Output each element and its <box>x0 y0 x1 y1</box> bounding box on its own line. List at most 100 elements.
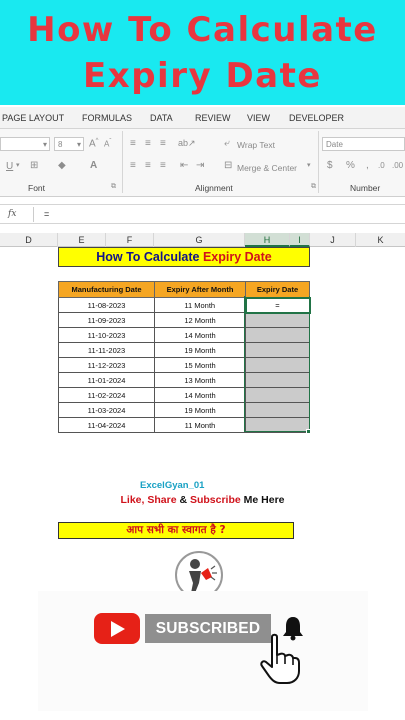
column-header-i[interactable]: I <box>290 233 310 247</box>
cell-expiry-date[interactable] <box>245 372 310 388</box>
wrap-text-button[interactable]: Wrap Text <box>237 140 275 150</box>
formula-separator <box>33 207 34 222</box>
cell-months[interactable]: 11 Month <box>154 297 246 313</box>
cell-months[interactable]: 13 Month <box>154 372 246 388</box>
increase-indent-icon[interactable]: ⇥ <box>196 160 204 171</box>
cell-mfg-date[interactable]: 11-01-2024 <box>58 372 155 388</box>
wrap-text-icon[interactable]: ⤶ <box>224 138 230 149</box>
banner-title-line2: Expiry Date <box>83 56 322 96</box>
data-table: Manufacturing Date Expiry After Month Ex… <box>58 281 311 433</box>
cell-expiry-date[interactable] <box>245 357 310 373</box>
tab-review[interactable]: REVIEW <box>195 113 231 123</box>
formula-input[interactable]: = <box>44 209 49 219</box>
cell-expiry-date[interactable] <box>245 417 310 433</box>
ribbon-separator <box>122 131 123 193</box>
header-manufacturing-date[interactable]: Manufacturing Date <box>58 281 155 298</box>
decrease-indent-icon[interactable]: ⇤ <box>180 160 188 171</box>
cell-months[interactable]: 14 Month <box>154 327 246 343</box>
table-row: 11-01-2024 13 Month <box>58 372 310 388</box>
number-format-dropdown[interactable]: Date <box>322 137 405 151</box>
channel-credit: ExcelGyan_01 <box>140 480 205 491</box>
cell-expiry-date-active[interactable]: = <box>244 296 311 314</box>
underline-icon[interactable]: U <box>6 161 13 172</box>
align-right-icon[interactable]: ≡ <box>160 160 166 171</box>
tab-page-layout[interactable]: PAGE LAYOUT <box>2 113 64 123</box>
column-header-j[interactable]: J <box>310 233 356 247</box>
font-color-icon[interactable]: A <box>90 160 97 171</box>
column-header-f[interactable]: F <box>106 233 154 247</box>
cell-months[interactable]: 19 Month <box>154 342 246 358</box>
cell-mfg-date[interactable]: 11-09-2023 <box>58 312 155 328</box>
tab-data[interactable]: DATA <box>150 113 173 123</box>
chevron-down-icon: ▾ <box>76 140 81 149</box>
sheet-title[interactable]: How To Calculate Expiry Date <box>58 247 310 267</box>
decrease-font-icon[interactable]: Aˇ <box>104 139 111 149</box>
table-row: 11-04-2024 11 Month <box>58 417 310 433</box>
cell-mfg-date[interactable]: 11-10-2023 <box>58 327 155 343</box>
subscribed-button[interactable]: SUBSCRIBED <box>145 614 271 643</box>
column-headers: D E F G H I J K <box>0 233 405 247</box>
decrease-decimal-icon[interactable]: .00 <box>392 161 403 170</box>
column-header-h[interactable]: H <box>245 233 290 247</box>
welcome-banner: आप सभी का स्वागत है ? <box>58 522 294 539</box>
merge-icon[interactable]: ⊟ <box>224 160 232 171</box>
borders-icon[interactable]: ⊞ <box>30 160 38 171</box>
pointing-hand-icon <box>260 633 300 684</box>
fill-color-icon[interactable]: ◆ <box>58 160 66 171</box>
banner-title-line1: How To Calculate <box>27 10 378 50</box>
cell-months[interactable]: 12 Month <box>154 312 246 328</box>
sheet-title-part2: Expiry Date <box>202 250 272 264</box>
chevron-down-icon[interactable]: ▾ <box>16 161 20 169</box>
header-expiry-date[interactable]: Expiry Date <box>245 281 310 298</box>
column-header-e[interactable]: E <box>58 233 106 247</box>
font-name-dropdown[interactable]: ▾ <box>0 137 50 151</box>
merge-center-button[interactable]: Merge & Center <box>237 163 297 173</box>
cell-expiry-date[interactable] <box>245 342 310 358</box>
align-left-icon[interactable]: ≡ <box>130 160 136 171</box>
currency-icon[interactable]: $ <box>327 160 333 171</box>
cta-like-share: Like, Share <box>120 494 180 506</box>
cell-expiry-date[interactable] <box>245 312 310 328</box>
cell-expiry-date[interactable] <box>245 402 310 418</box>
cell-mfg-date[interactable]: 11-03-2024 <box>58 402 155 418</box>
tab-developer[interactable]: DEVELOPER <box>289 113 344 123</box>
percent-icon[interactable]: % <box>346 160 355 171</box>
cell-mfg-date[interactable]: 11-12-2023 <box>58 357 155 373</box>
align-middle-icon[interactable]: ≡ <box>145 138 151 149</box>
fill-handle[interactable] <box>306 429 311 434</box>
column-header-k[interactable]: K <box>356 233 405 247</box>
dialog-launcher-icon[interactable]: ⧉ <box>311 183 316 191</box>
increase-font-icon[interactable]: A^ <box>89 138 99 149</box>
cell-mfg-date[interactable]: 11-11-2023 <box>58 342 155 358</box>
chevron-down-icon[interactable]: ▾ <box>307 161 311 169</box>
align-top-icon[interactable]: ≡ <box>130 138 136 149</box>
title-banner: How To Calculate Expiry Date <box>0 0 405 105</box>
tab-view[interactable]: VIEW <box>247 113 270 123</box>
column-header-d[interactable]: D <box>0 233 58 247</box>
tab-formulas[interactable]: FORMULAS <box>82 113 132 123</box>
comma-style-icon[interactable]: , <box>366 160 369 171</box>
dialog-launcher-icon[interactable]: ⧉ <box>111 183 116 191</box>
ribbon: ▾ 8 ▾ A^ Aˇ ≡ ≡ ≡ ab↗ ⤶ Wrap Text Date U … <box>0 129 405 197</box>
header-expiry-after-month[interactable]: Expiry After Month <box>154 281 246 298</box>
cta-subscribe: Subscribe <box>189 494 244 506</box>
cell-months[interactable]: 14 Month <box>154 387 246 403</box>
cell-expiry-date[interactable] <box>245 327 310 343</box>
align-center-icon[interactable]: ≡ <box>145 160 151 171</box>
cell-months[interactable]: 15 Month <box>154 357 246 373</box>
cell-mfg-date[interactable]: 11-04-2024 <box>58 417 155 433</box>
cell-mfg-date[interactable]: 11-02-2024 <box>58 387 155 403</box>
increase-decimal-icon[interactable]: .0 <box>378 161 385 170</box>
cell-mfg-date[interactable]: 11-08-2023 <box>58 297 155 313</box>
cell-months[interactable]: 11 Month <box>154 417 246 433</box>
orientation-icon[interactable]: ab↗ <box>178 138 196 149</box>
column-header-g[interactable]: G <box>154 233 245 247</box>
cell-expiry-date[interactable] <box>245 387 310 403</box>
align-bottom-icon[interactable]: ≡ <box>160 138 166 149</box>
fx-icon[interactable]: fx <box>8 209 16 219</box>
cell-months[interactable]: 19 Month <box>154 402 246 418</box>
youtube-button[interactable] <box>94 613 140 644</box>
sheet-title-part1: How To Calculate <box>96 250 203 264</box>
font-size-dropdown[interactable]: 8 ▾ <box>54 137 84 151</box>
group-number-label: Number <box>350 183 381 193</box>
